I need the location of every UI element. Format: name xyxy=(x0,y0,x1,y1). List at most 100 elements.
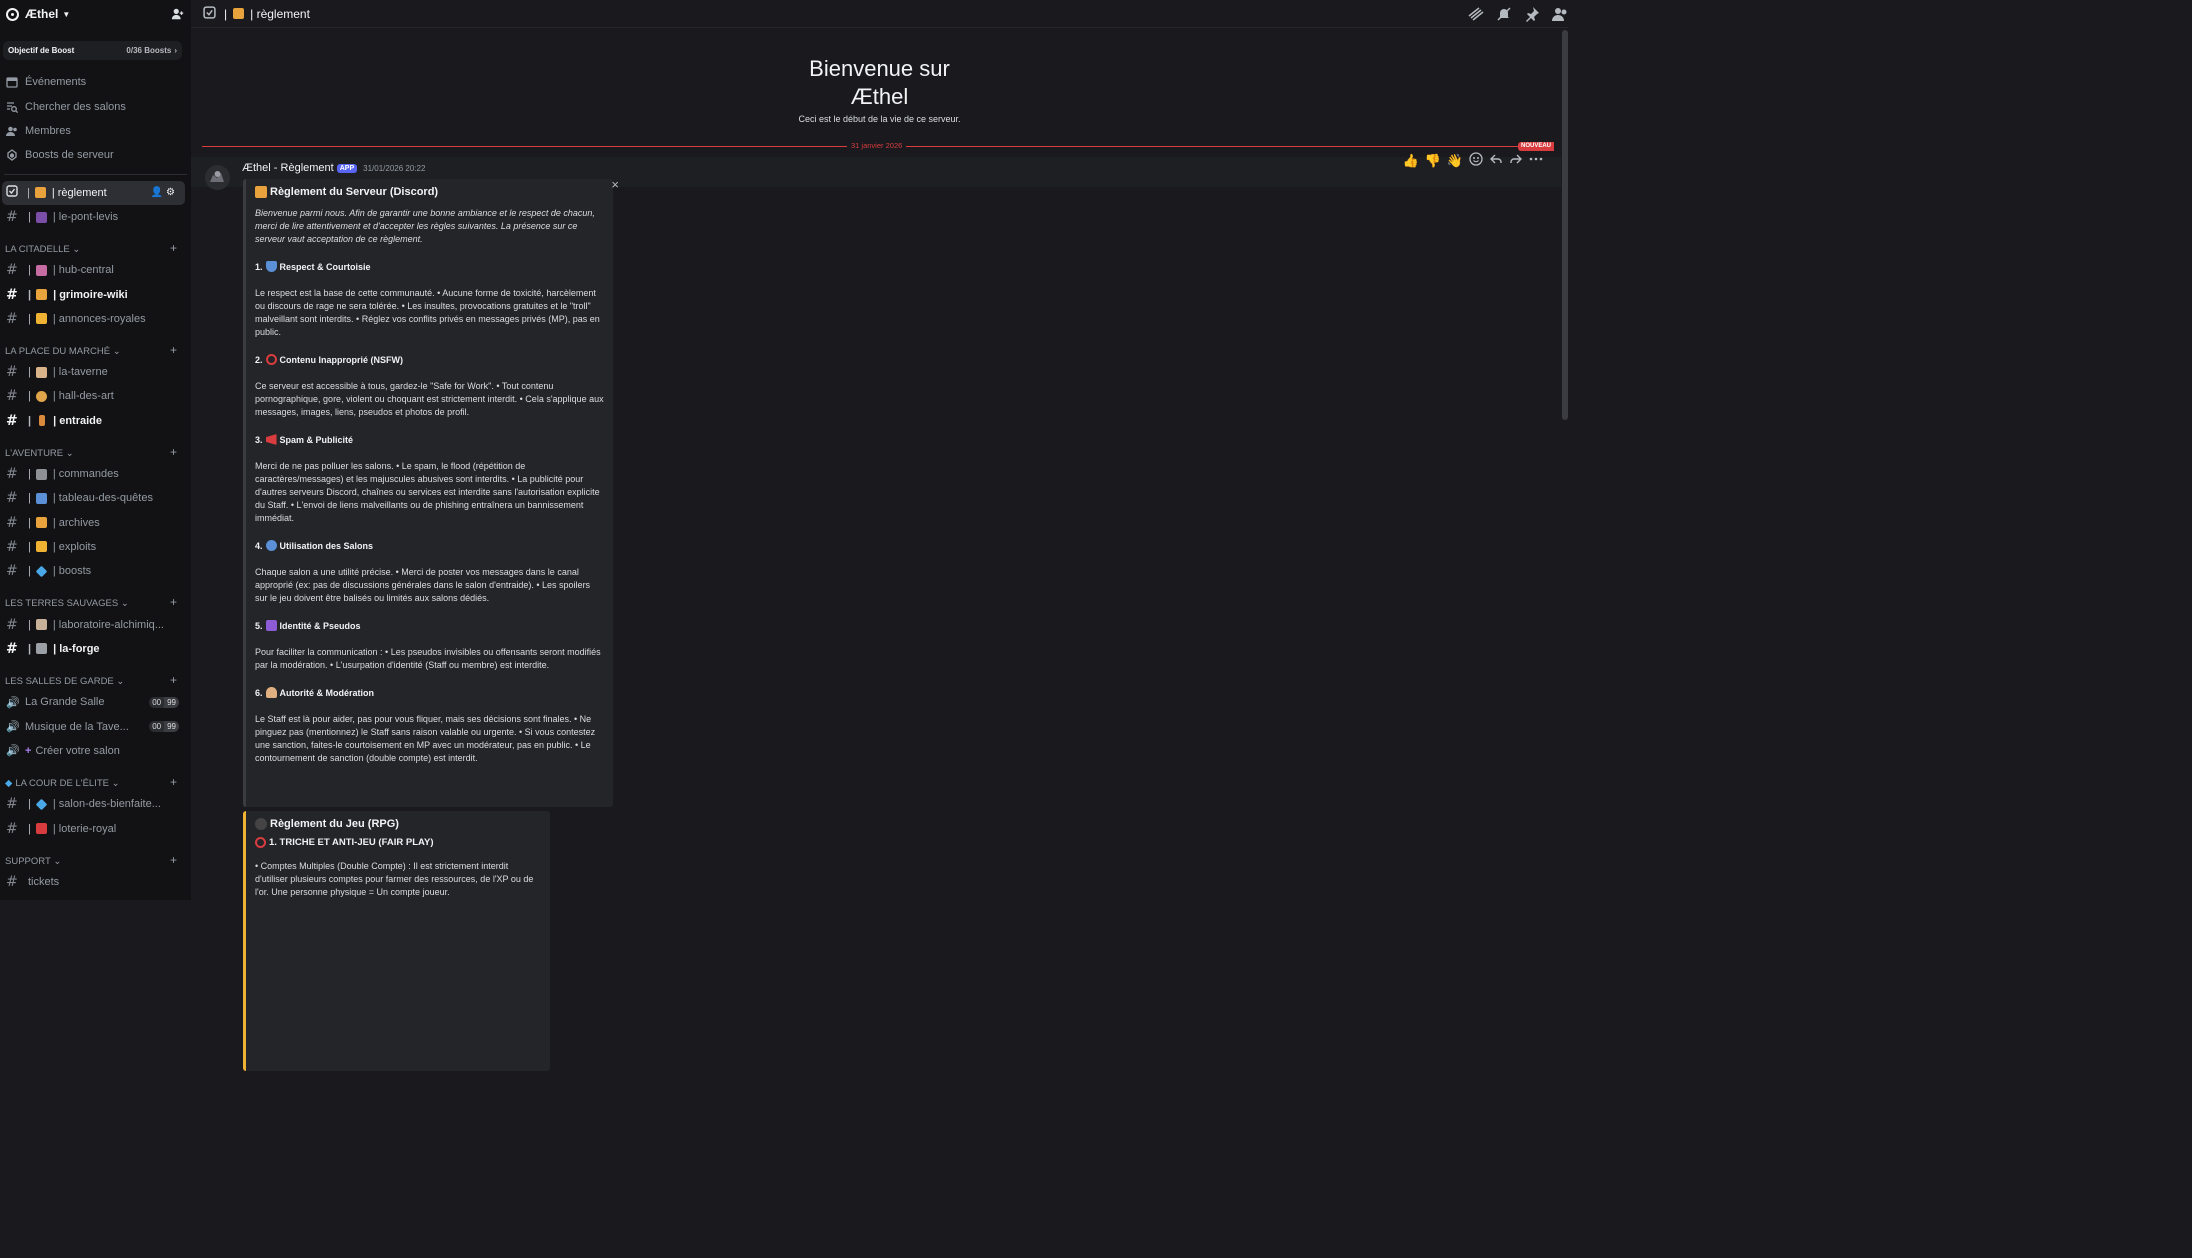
channel-tickets[interactable]: # tickets xyxy=(0,870,191,894)
category-terres-sauvages[interactable]: LES TERRES SAUVAGES ⌄ + xyxy=(0,588,191,612)
category-aventure[interactable]: L'AVENTURE ⌄ + xyxy=(0,438,191,462)
channel-hall-des-art[interactable]: # | | hall-des-art xyxy=(0,384,191,408)
shield-icon xyxy=(265,261,277,272)
category-cour-elite[interactable]: ◆ LA COUR DE L'ÉLITE ⌄ + xyxy=(0,768,191,792)
nav-events[interactable]: Événements xyxy=(0,70,191,94)
channel-annonces-royales[interactable]: # | | annonces-royales xyxy=(0,307,191,331)
invite-people-icon[interactable] xyxy=(171,7,185,21)
pin-icon[interactable] xyxy=(1524,6,1540,22)
embed-subtitle-text: 1. TRICHE ET ANTI-JEU (FAIR PLAY) xyxy=(269,837,434,848)
rule-heading: 4. Utilisation des Salons xyxy=(255,540,604,551)
channel-exploits[interactable]: # | | exploits xyxy=(0,535,191,559)
category-label: LA CITADELLE xyxy=(5,244,70,256)
channel-pont-levis[interactable]: # | | le-pont-levis xyxy=(0,205,191,229)
category-marche[interactable]: LA PLACE DU MARCHÉ ⌄ + xyxy=(0,336,191,360)
calendar-icon xyxy=(6,76,18,88)
embed-title-text: Règlement du Jeu (RPG) xyxy=(270,818,399,830)
channel-la-forge[interactable]: # | | la-forge xyxy=(0,637,191,661)
rule-body: Chaque salon a une utilité précise. • Me… xyxy=(255,567,591,603)
member-list-icon[interactable] xyxy=(1552,6,1568,22)
channel-label: | entraide xyxy=(53,414,103,427)
channel-loterie-royal[interactable]: # | | loterie-royal xyxy=(0,816,191,840)
rule-number: 3. xyxy=(255,434,263,445)
voice-count: 00 xyxy=(149,696,165,708)
category-support[interactable]: SUPPORT ⌄ + xyxy=(0,846,191,870)
thumbs-up-icon[interactable]: 👍 xyxy=(1402,153,1418,169)
add-channel-icon[interactable]: + xyxy=(170,445,177,459)
boost-goal-bar[interactable]: Objectif de Boost 0/36 Boosts › xyxy=(3,41,182,60)
channel-salon-bienfaiteurs[interactable]: # | | salon-des-bienfaite... xyxy=(0,792,191,816)
invite-icon[interactable]: 👤 xyxy=(151,187,163,198)
category-citadelle[interactable]: LA CITADELLE ⌄ + xyxy=(0,234,191,258)
nav-server-boosts[interactable]: Boosts de serveur xyxy=(0,143,191,167)
embed-title: Règlement du Jeu (RPG) xyxy=(255,818,541,830)
voice-channel-musique[interactable]: 🔊 Musique de la Tave... 00 99 xyxy=(0,714,191,738)
add-channel-icon[interactable]: + xyxy=(170,673,177,687)
add-reaction-icon[interactable] xyxy=(1469,152,1483,169)
nav-browse-channels[interactable]: Chercher des salons xyxy=(0,94,191,118)
avatar[interactable] xyxy=(205,165,230,190)
category-salles-de-garde[interactable]: LES SALLES DE GARDE ⌄ + xyxy=(0,666,191,690)
create-voice-channel[interactable]: 🔊 + Créer votre salon xyxy=(0,739,191,763)
thumbs-down-icon[interactable]: 👎 xyxy=(1425,153,1441,169)
voice-channel-grande-salle[interactable]: 🔊 La Grande Salle 00 99 xyxy=(0,690,191,714)
channel-hub-central[interactable]: # | | hub-central xyxy=(0,258,191,282)
channel-commandes[interactable]: # | | commandes xyxy=(0,462,191,486)
nav-members[interactable]: Membres xyxy=(0,119,191,143)
channel-laboratoire[interactable]: # | | laboratoire-alchimiq... xyxy=(0,612,191,636)
notification-muted-icon[interactable] xyxy=(1496,6,1512,22)
boost-goal-label: Objectif de Boost xyxy=(8,46,75,55)
add-channel-icon[interactable]: + xyxy=(170,853,177,867)
scrollbar-thumb[interactable] xyxy=(1562,30,1568,420)
hash-icon: # xyxy=(6,209,18,225)
crown-icon xyxy=(35,313,47,325)
add-channel-icon[interactable]: + xyxy=(170,343,177,357)
forward-icon[interactable] xyxy=(1509,152,1523,169)
rule-number: 2. xyxy=(255,354,263,365)
wave-icon[interactable]: 👋 xyxy=(1447,153,1463,169)
channel-entraide[interactable]: # | | entraide xyxy=(0,409,191,433)
channel-tableau-des-quetes[interactable]: # | | tableau-des-quêtes xyxy=(0,486,191,510)
channel-label: | loterie-royal xyxy=(52,822,117,835)
more-options-icon[interactable] xyxy=(1529,152,1543,169)
rule-body: Le respect est la base de cette communau… xyxy=(255,288,600,337)
channel-la-taverne[interactable]: # | | la-taverne xyxy=(0,360,191,384)
rule-heading: 2. Contenu Inapproprié (NSFW) xyxy=(255,354,604,365)
category-label: L'AVENTURE xyxy=(5,447,64,459)
author-name[interactable]: Æthel - Règlement xyxy=(242,162,334,174)
channel-label: | la-forge xyxy=(53,642,100,655)
reply-icon[interactable] xyxy=(1489,152,1503,169)
scroll-icon xyxy=(34,187,46,199)
rule-heading: 3. Spam & Publicité xyxy=(255,434,604,445)
gear-icon[interactable]: ⚙ xyxy=(166,187,175,198)
channel-welcome: Bienvenue sur Æthel Ceci est le début de… xyxy=(191,55,1568,124)
test-tube-icon xyxy=(35,619,47,631)
add-channel-icon[interactable]: + xyxy=(170,595,177,609)
palette-icon xyxy=(35,390,47,402)
close-icon[interactable]: × xyxy=(611,177,619,192)
add-channel-icon[interactable]: + xyxy=(170,775,177,789)
castle-icon xyxy=(35,264,47,276)
nav-label: Membres xyxy=(25,124,71,137)
channel-label: | laboratoire-alchimiq... xyxy=(52,618,164,631)
threads-icon[interactable] xyxy=(1468,6,1484,22)
message-header: Æthel - Règlement APP 31/01/2026 20:22 xyxy=(242,162,425,174)
sidebar-divider xyxy=(4,173,187,175)
rule-body: Le Staff est là pour aider, pas pour vou… xyxy=(255,714,596,763)
channel-grimoire-wiki[interactable]: # | | grimoire-wiki xyxy=(0,282,191,306)
channel-reglement[interactable]: | | règlement 👤 ⚙ xyxy=(2,180,185,205)
rule-body: Ce serveur est accessible à tous, gardez… xyxy=(255,381,604,417)
divider-date: 31 janvier 2026 xyxy=(847,141,907,150)
hash-icon: # xyxy=(6,796,18,813)
channel-archives[interactable]: # | | archives xyxy=(0,511,191,535)
prohibited-icon xyxy=(255,837,266,848)
server-header[interactable]: Æthel ▼ xyxy=(0,0,191,28)
message-timestamp: 31/01/2026 20:22 xyxy=(363,163,426,173)
channel-boosts[interactable]: # | | boosts xyxy=(0,559,191,583)
rules-channel-icon xyxy=(6,185,18,200)
server-name: Æthel xyxy=(25,7,59,21)
add-channel-icon[interactable]: + xyxy=(170,241,177,255)
rule-number: 4. xyxy=(255,540,263,551)
rule-body: Pour faciliter la communication : • Les … xyxy=(255,647,601,670)
prohibited-icon xyxy=(265,354,277,365)
